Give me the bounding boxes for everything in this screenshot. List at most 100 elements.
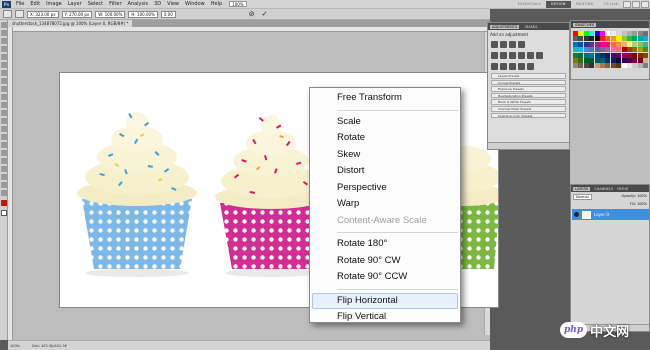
tab-channels[interactable]: CHANNELS [594, 187, 613, 191]
hue-saturation-icon[interactable] [500, 52, 507, 59]
3d-rotate-tool-icon[interactable] [1, 166, 7, 172]
color-swatch[interactable] [626, 47, 632, 53]
color-balance-icon[interactable] [509, 52, 516, 59]
brightness-icon[interactable] [491, 41, 498, 48]
menu-layer[interactable]: Layer [65, 1, 85, 7]
color-swatch[interactable] [583, 52, 589, 58]
menu-item-perspective[interactable]: Perspective [310, 180, 460, 197]
color-swatch[interactable] [616, 36, 622, 42]
workspace-design[interactable]: DESIGN [545, 0, 571, 8]
fill-field[interactable]: Fill: 100% [630, 202, 647, 206]
angle-field[interactable]: 0.00 [160, 10, 176, 18]
marquee-tool-icon[interactable] [1, 30, 7, 36]
color-swatch[interactable] [610, 31, 616, 36]
color-swatch[interactable] [616, 41, 622, 47]
color-swatch[interactable] [594, 41, 600, 47]
color-swatch[interactable] [578, 31, 584, 36]
color-swatch[interactable] [626, 57, 632, 63]
width-field[interactable]: W: 100.00% [95, 10, 126, 18]
color-swatch[interactable] [610, 52, 616, 58]
color-swatch[interactable] [573, 41, 578, 47]
color-swatch[interactable] [626, 63, 632, 69]
color-swatch[interactable] [594, 47, 600, 53]
menu-item-rotate[interactable]: Rotate [310, 130, 460, 147]
color-swatch[interactable] [589, 57, 595, 63]
cs-live-button[interactable]: CS Live [599, 2, 623, 6]
channel-mixer-icon[interactable] [536, 52, 543, 59]
menu-analysis[interactable]: Analysis [125, 1, 152, 7]
color-swatch[interactable] [616, 57, 622, 63]
color-swatch[interactable] [605, 36, 611, 42]
move-tool-icon[interactable] [1, 22, 7, 28]
color-swatch[interactable] [594, 52, 600, 58]
color-swatch[interactable] [573, 47, 578, 53]
color-swatch[interactable] [578, 52, 584, 58]
color-swatch[interactable] [578, 57, 584, 63]
menu-item-scale[interactable]: Scale [310, 114, 460, 131]
preset-levels[interactable]: Levels Presets [491, 73, 566, 79]
color-swatch[interactable] [643, 36, 649, 42]
cancel-transform-icon[interactable]: ⊘ [249, 10, 255, 18]
gradient-map-icon[interactable] [518, 63, 525, 70]
color-swatch[interactable] [599, 52, 605, 58]
gradient-tool-icon[interactable] [1, 110, 7, 116]
menu-file[interactable]: File [13, 1, 27, 7]
color-swatch[interactable] [583, 47, 589, 53]
dodge-tool-icon[interactable] [1, 126, 7, 132]
color-swatch[interactable] [573, 36, 578, 42]
eyedropper-tool-icon[interactable] [1, 62, 7, 68]
menu-item-rotate-90-ccw[interactable]: Rotate 90° CCW [310, 269, 460, 286]
3d-camera-tool-icon[interactable] [1, 174, 7, 180]
commit-transform-icon[interactable]: ✓ [262, 10, 268, 18]
preset-curves[interactable]: Curves Presets [491, 79, 566, 86]
workspace-painting[interactable]: PAINTING [571, 2, 599, 6]
color-swatch[interactable] [616, 31, 622, 36]
color-swatch[interactable] [626, 41, 632, 47]
color-swatch[interactable] [594, 57, 600, 63]
color-swatch[interactable] [578, 36, 584, 42]
preset-black-white[interactable]: Black & White Presets [491, 99, 566, 105]
color-swatch[interactable] [578, 41, 584, 47]
pen-tool-icon[interactable] [1, 134, 7, 140]
color-swatch[interactable] [605, 57, 611, 63]
color-swatch[interactable] [616, 63, 622, 69]
menu-filter[interactable]: Filter [106, 1, 124, 7]
color-swatch[interactable] [573, 63, 578, 69]
color-swatch[interactable] [626, 52, 632, 58]
color-swatch[interactable] [589, 52, 595, 58]
color-swatch[interactable] [583, 36, 589, 42]
curves-icon[interactable] [509, 41, 516, 48]
color-swatch[interactable] [589, 36, 595, 42]
type-tool-icon[interactable] [1, 142, 7, 148]
preset-exposure[interactable]: Exposure Presets [491, 86, 566, 92]
menu-image[interactable]: Image [43, 1, 65, 7]
color-swatch[interactable] [637, 31, 643, 36]
color-swatch[interactable] [583, 31, 589, 36]
hand-tool-icon[interactable] [1, 182, 7, 188]
eraser-tool-icon[interactable] [1, 102, 7, 108]
color-swatch[interactable] [599, 36, 605, 42]
color-swatch[interactable] [643, 47, 649, 53]
color-swatch[interactable] [605, 41, 611, 47]
close-icon[interactable] [641, 0, 649, 8]
color-swatch[interactable] [637, 41, 643, 47]
color-swatch[interactable] [610, 63, 616, 69]
maximize-icon[interactable] [632, 0, 640, 8]
menu-help[interactable]: Help [208, 1, 225, 7]
color-swatch[interactable] [589, 63, 595, 69]
photo-filter-icon[interactable] [527, 52, 534, 59]
invert-icon[interactable] [491, 63, 498, 70]
vibrance-icon[interactable] [491, 52, 498, 59]
color-swatch[interactable] [632, 52, 638, 58]
color-swatch[interactable] [621, 41, 627, 47]
posterize-icon[interactable] [500, 63, 507, 70]
color-swatch[interactable] [643, 31, 649, 36]
color-swatch[interactable] [643, 57, 649, 63]
history-brush-tool-icon[interactable] [1, 94, 7, 100]
menu-edit[interactable]: Edit [27, 1, 43, 7]
color-swatch[interactable] [643, 52, 649, 58]
preset-hue-saturation[interactable]: Hue/Saturation Presets [491, 92, 566, 99]
color-swatch[interactable] [621, 31, 627, 36]
color-swatch[interactable] [632, 41, 638, 47]
exposure-icon[interactable] [518, 41, 525, 48]
